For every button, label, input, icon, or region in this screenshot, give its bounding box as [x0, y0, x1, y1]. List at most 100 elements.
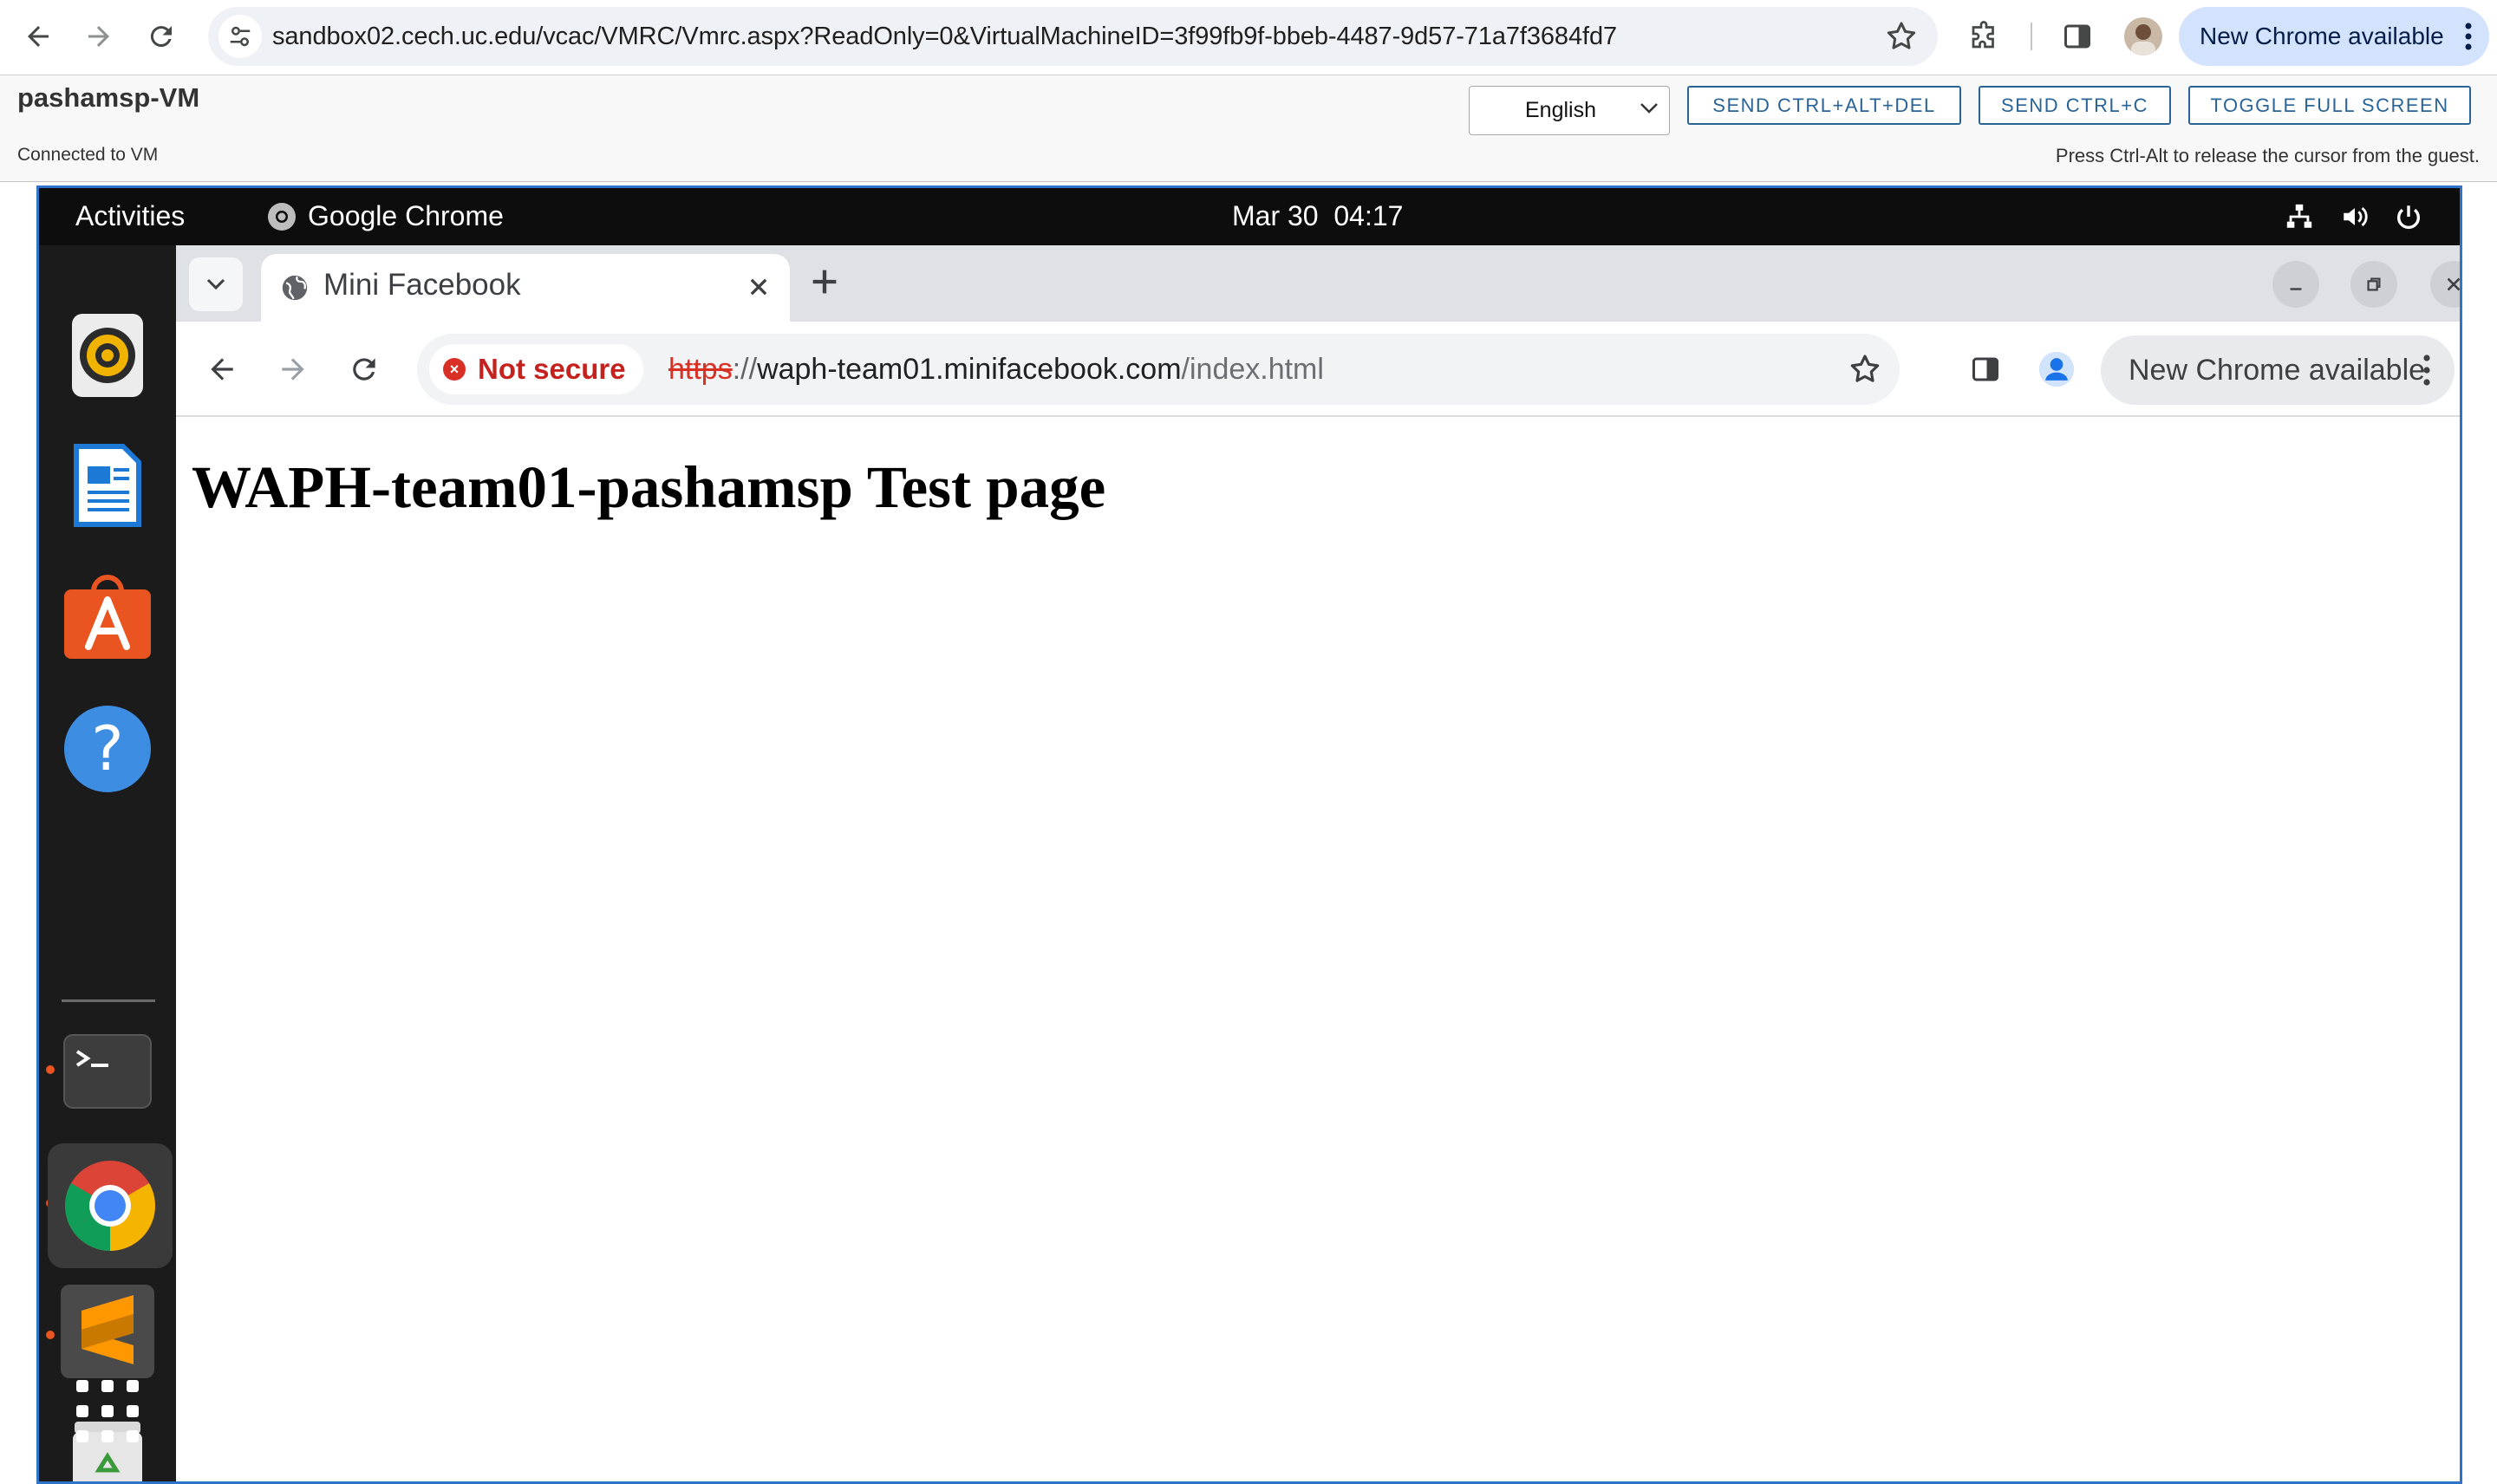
guest-forward-button[interactable]: [270, 346, 316, 393]
dock-separator: [62, 999, 155, 1002]
dock-libreoffice-writer[interactable]: [60, 438, 155, 533]
app-menu[interactable]: Google Chrome: [266, 200, 504, 232]
terminal-icon: [63, 1034, 152, 1109]
profile-icon: [2038, 351, 2075, 387]
site-settings-button[interactable]: [218, 15, 262, 58]
url-scheme: https: [668, 353, 733, 386]
host-browser-toolbar: sandbox02.cech.uc.edu/vcac/VMRC/Vmrc.asp…: [0, 0, 2497, 73]
help-icon: ?: [64, 706, 151, 792]
guest-back-button[interactable]: [199, 346, 245, 393]
minimize-icon: [2290, 288, 2302, 290]
back-button[interactable]: [12, 10, 64, 62]
libreoffice-writer-icon: [74, 444, 141, 527]
tune-icon: [230, 26, 251, 47]
guest-reload-button[interactable]: [341, 346, 388, 393]
more-vert-icon: [2423, 355, 2430, 386]
send-ctrl-alt-del-button[interactable]: SEND CTRL+ALT+DEL: [1687, 86, 1961, 125]
puzzle-icon: [1972, 21, 1994, 49]
url-separator: ://: [732, 353, 758, 386]
security-label: Not secure: [478, 353, 626, 385]
close-window-button[interactable]: [2430, 261, 2460, 308]
toggle-full-screen-button[interactable]: TOGGLE FULL SCREEN: [2188, 86, 2471, 125]
host-url-text[interactable]: sandbox02.cech.uc.edu/vcac/VMRC/Vmrc.asp…: [272, 7, 1617, 66]
bookmark-star-icon[interactable]: [1884, 19, 1919, 54]
power-icon[interactable]: [2394, 202, 2423, 231]
url-host: waph-team01.minifacebook.com: [757, 353, 1182, 386]
connection-status: Connected to VM: [17, 145, 159, 165]
svg-text:?: ?: [91, 713, 123, 784]
dock-terminal[interactable]: [60, 1024, 155, 1119]
ubuntu-software-icon: [64, 575, 151, 659]
vm-console[interactable]: Activities Google Chrome Mar 30 04:17 ?: [36, 186, 2462, 1484]
guest-page-content: WAPH-team01-pashamsp Test page: [176, 417, 2460, 1481]
host-address-bar[interactable]: sandbox02.cech.uc.edu/vcac/VMRC/Vmrc.asp…: [208, 7, 1938, 66]
avatar-icon: [2131, 24, 2155, 55]
more-vert-icon: [2465, 23, 2472, 50]
extensions-button[interactable]: [1958, 10, 2010, 62]
clock-time: 04:17: [1333, 200, 1404, 231]
not-secure-icon: ×: [443, 358, 466, 381]
tab-title: Mini Facebook: [323, 268, 521, 302]
dock-google-chrome[interactable]: [48, 1143, 173, 1268]
network-icon[interactable]: [2285, 202, 2314, 231]
running-indicator: [46, 1065, 55, 1074]
guest-profile-button[interactable]: [2033, 346, 2080, 393]
new-chrome-available-button[interactable]: New Chrome available: [2179, 7, 2489, 66]
rhythmbox-icon: [72, 314, 143, 397]
close-tab-icon[interactable]: [746, 275, 771, 299]
tab-mini-facebook[interactable]: Mini Facebook: [261, 254, 790, 322]
reload-icon: [150, 26, 172, 48]
dock-ubuntu-software[interactable]: [60, 570, 155, 665]
tab-search-button[interactable]: [189, 257, 243, 311]
chevron-down-icon: [1640, 103, 1658, 114]
new-chrome-label: New Chrome available: [2200, 23, 2444, 49]
ubuntu-dock: ?: [39, 245, 176, 1481]
activities-button[interactable]: Activities: [75, 200, 185, 232]
dock-help[interactable]: ?: [60, 701, 155, 797]
chrome-mono-icon: [268, 202, 296, 231]
close-icon: [2447, 277, 2460, 291]
vm-name: pashamsp-VM: [17, 82, 200, 113]
gnome-top-bar: Activities Google Chrome Mar 30 04:17: [39, 188, 2460, 245]
volume-icon[interactable]: [2340, 202, 2370, 231]
profile-avatar[interactable]: [2124, 17, 2162, 55]
arrow-left-icon: [28, 26, 49, 47]
dock-sublime-text[interactable]: [60, 1284, 155, 1379]
guest-url-text[interactable]: https://waph-team01.minifacebook.com/ind…: [668, 334, 1324, 405]
guest-address-bar[interactable]: × Not secure https://waph-team01.minifac…: [417, 334, 1900, 405]
chrome-icon: [65, 1161, 155, 1251]
cursor-release-hint: Press Ctrl-Alt to release the cursor fro…: [2055, 145, 2480, 166]
running-indicator: [46, 1331, 55, 1339]
guest-new-chrome-label: New Chrome available: [2129, 353, 2426, 387]
show-apps-icon[interactable]: [76, 1380, 139, 1442]
sublime-text-icon: [61, 1285, 154, 1378]
side-panel-icon: [1972, 357, 1998, 381]
guest-new-chrome-available-button[interactable]: New Chrome available: [2101, 335, 2455, 405]
toolbar-divider: [2031, 23, 2032, 50]
clock[interactable]: Mar 30 04:17: [1232, 200, 1403, 232]
arrow-left-icon: [211, 358, 233, 381]
new-tab-icon[interactable]: [807, 264, 842, 299]
send-ctrl-c-button[interactable]: SEND CTRL+C: [1979, 86, 2171, 125]
reload-icon: [353, 358, 375, 381]
side-panel-icon: [2064, 24, 2090, 49]
globe-icon: [282, 275, 308, 301]
bookmark-star-icon[interactable]: [1848, 352, 1882, 387]
restore-button[interactable]: [2350, 261, 2397, 308]
dock-rhythmbox[interactable]: [60, 308, 155, 403]
side-panel-button[interactable]: [2051, 10, 2103, 62]
vmrc-header: pashamsp-VM Connected to VM English SEND…: [0, 75, 2497, 182]
arrow-right-icon: [88, 26, 109, 47]
guest-side-panel-button[interactable]: [1962, 346, 2009, 393]
url-path: /index.html: [1181, 353, 1324, 386]
guest-tab-strip: Mini Facebook: [176, 245, 2460, 322]
language-value: English: [1525, 98, 1596, 122]
security-chip[interactable]: × Not secure: [429, 344, 643, 394]
language-select[interactable]: English: [1469, 86, 1670, 135]
reload-button[interactable]: [135, 10, 187, 62]
arrow-right-icon: [282, 358, 304, 381]
page-heading: WAPH-team01-pashamsp Test page: [192, 454, 1106, 520]
guest-chrome-window: Mini Facebook × Not secure https://waph-…: [176, 245, 2460, 1481]
forward-button[interactable]: [73, 10, 125, 62]
minimize-button[interactable]: [2272, 261, 2319, 308]
